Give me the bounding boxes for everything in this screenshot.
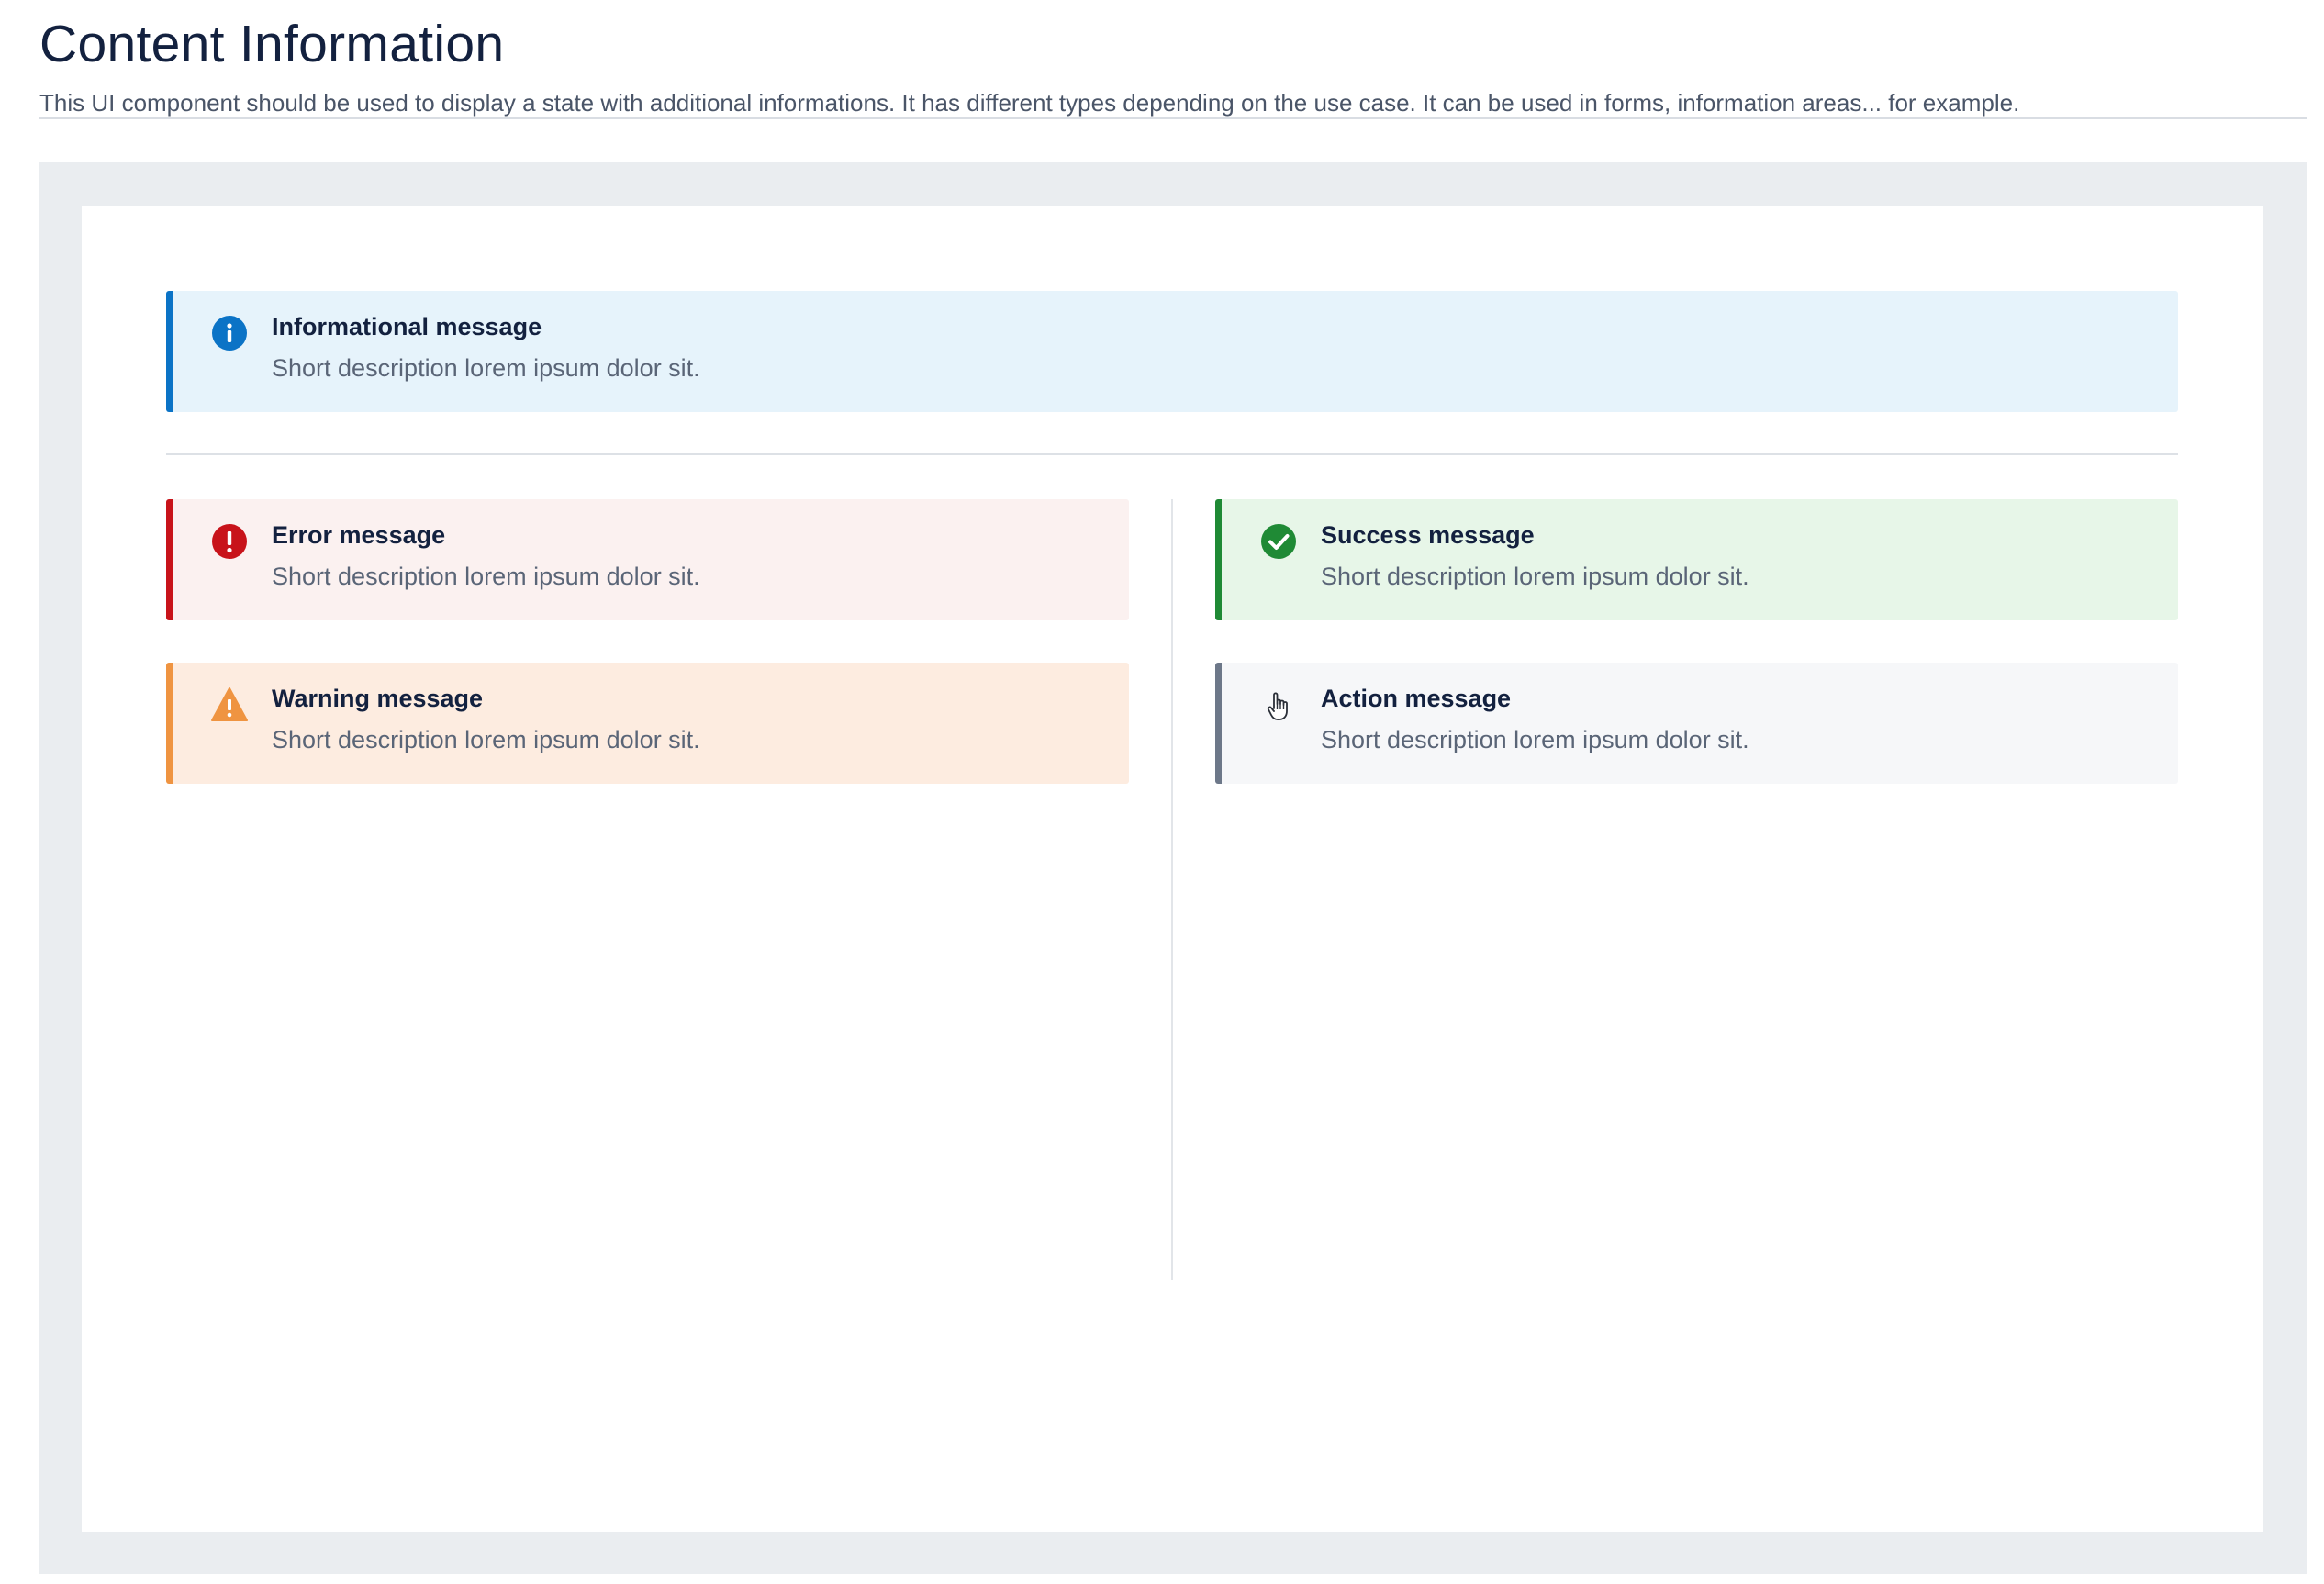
action-message-title[interactable]: Action message [1321, 684, 1511, 713]
warning-icon [211, 686, 248, 723]
section-divider [166, 453, 2178, 455]
warning-message: Warning message Short description lorem … [166, 663, 1129, 784]
action-message-description: Short description lorem ipsum dolor sit. [1321, 726, 1749, 753]
preview-canvas: Informational message Short description … [82, 206, 2263, 1532]
preview-frame: Informational message Short description … [39, 162, 2307, 1574]
success-message: Success message Short description lorem … [1215, 499, 2178, 620]
page-header: Content Information This UI component sh… [39, 13, 2307, 119]
error-icon [211, 523, 248, 560]
action-message[interactable]: Action message Short description lorem i… [1215, 663, 2178, 784]
success-message-description: Short description lorem ipsum dolor sit. [1321, 563, 1749, 590]
error-message-title: Error message [272, 521, 446, 549]
info-icon [211, 315, 248, 351]
hand-pointer-icon [1260, 686, 1297, 723]
error-message-description: Short description lorem ipsum dolor sit. [272, 563, 700, 590]
warning-message-title: Warning message [272, 685, 484, 712]
check-circle-icon [1260, 523, 1297, 560]
success-message-title: Success message [1321, 521, 1535, 549]
info-message-title: Informational message [272, 313, 542, 340]
page-title: Content Information [39, 15, 505, 73]
info-message: Informational message Short description … [166, 291, 2178, 412]
column-divider [1171, 499, 1173, 1280]
warning-message-description: Short description lorem ipsum dolor sit. [272, 726, 700, 753]
info-message-description: Short description lorem ipsum dolor sit. [272, 354, 700, 382]
error-message: Error message Short description lorem ip… [166, 499, 1129, 620]
page-subtitle: This UI component should be used to disp… [39, 89, 2020, 117]
